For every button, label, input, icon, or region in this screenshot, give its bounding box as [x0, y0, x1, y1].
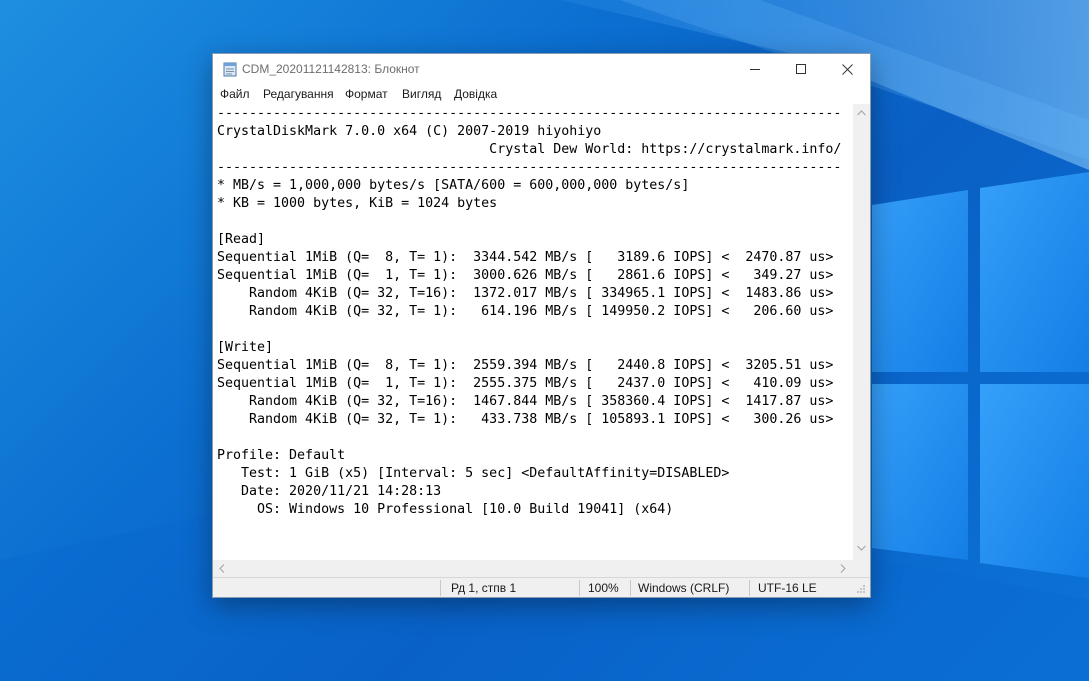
resize-grip-icon[interactable]: [856, 584, 866, 594]
menu-edit[interactable]: Редагування: [263, 87, 334, 101]
cursor-position: Рд 1, стпв 1: [451, 581, 517, 595]
status-divider: [749, 580, 750, 596]
scroll-up-arrow-icon[interactable]: [857, 110, 866, 116]
notepad-window[interactable]: CDM_20201121142813: Блокнот Файл Редагув…: [212, 53, 871, 598]
menu-file[interactable]: Файл: [220, 87, 250, 101]
window-title: CDM_20201121142813: Блокнот: [242, 62, 420, 76]
minimize-button[interactable]: [732, 54, 778, 84]
minimize-icon: [750, 69, 760, 70]
scroll-left-arrow-icon[interactable]: [219, 564, 225, 573]
scroll-right-arrow-icon[interactable]: [840, 564, 846, 573]
horizontal-scrollbar[interactable]: [213, 560, 853, 577]
vertical-scrollbar[interactable]: [853, 104, 870, 560]
encoding: UTF-16 LE: [758, 581, 817, 595]
title-bar[interactable]: CDM_20201121142813: Блокнот: [213, 54, 870, 84]
maximize-icon: [796, 64, 806, 74]
menu-bar: Файл Редагування Формат Вигляд Довідка: [213, 84, 870, 104]
close-icon: [841, 63, 853, 75]
status-divider: [579, 580, 580, 596]
close-button[interactable]: [824, 54, 870, 84]
menu-help[interactable]: Довідка: [454, 87, 497, 101]
text-editor[interactable]: ----------------------------------------…: [213, 104, 853, 560]
status-divider: [630, 580, 631, 596]
notepad-icon: [223, 62, 237, 77]
maximize-button[interactable]: [778, 54, 824, 84]
status-bar: Рд 1, стпв 1 100% Windows (CRLF) UTF-16 …: [213, 577, 870, 597]
document-text[interactable]: ----------------------------------------…: [217, 105, 841, 519]
zoom-level: 100%: [588, 581, 619, 595]
line-endings: Windows (CRLF): [638, 581, 730, 595]
menu-view[interactable]: Вигляд: [402, 87, 441, 101]
scroll-down-arrow-icon[interactable]: [857, 545, 866, 551]
status-divider: [440, 580, 441, 596]
scrollbar-corner: [853, 560, 870, 577]
menu-format[interactable]: Формат: [345, 87, 388, 101]
